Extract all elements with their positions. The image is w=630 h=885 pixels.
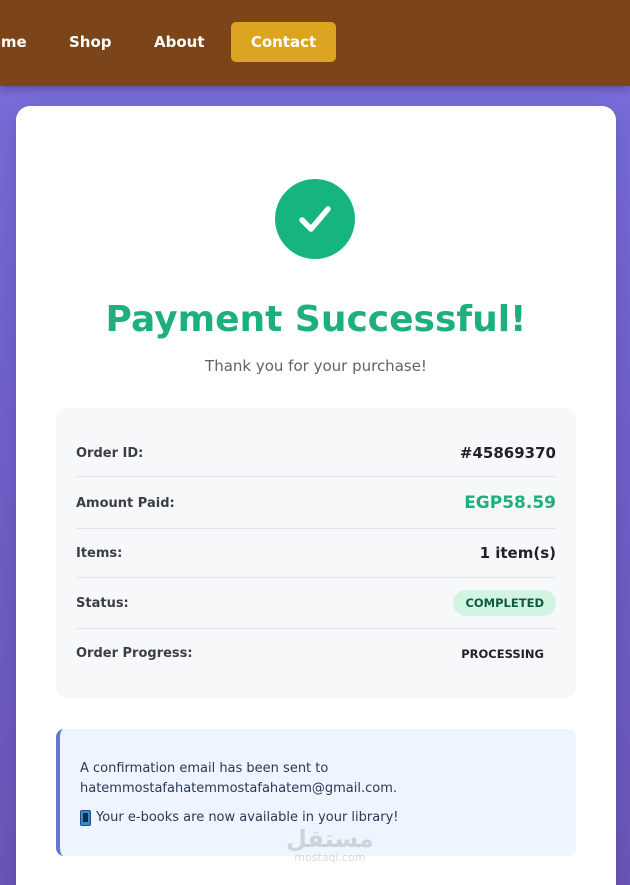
order-progress-value: PROCESSING <box>461 646 544 661</box>
mobile-phone-icon <box>80 810 91 826</box>
page-title: Payment Successful! <box>105 299 527 340</box>
order-progress-row: Order Progress: PROCESSING <box>76 646 556 661</box>
amount-paid-value: EGP58.59 <box>464 493 556 513</box>
order-id-label: Order ID: <box>76 445 144 461</box>
confirmation-email-text: A confirmation email has been sent to <box>80 761 329 776</box>
page-subtitle: Thank you for your purchase! <box>205 357 427 375</box>
amount-paid-label: Amount Paid: <box>76 495 175 511</box>
watermark-logo: مستقل mostaql.com <box>286 826 374 864</box>
order-details-panel: Order ID: #45869370 Amount Paid: EGP58.5… <box>56 408 576 698</box>
divider <box>76 577 556 578</box>
order-id-row: Order ID: #45869370 <box>76 444 556 462</box>
nav-home-link[interactable]: Home <box>0 33 27 51</box>
order-id-value: #45869370 <box>459 444 556 462</box>
confirmation-email-address: hatemmostafahatemmostafahatem@gmail.com. <box>80 781 398 796</box>
divider <box>76 628 556 629</box>
nav-about-link[interactable]: About <box>154 33 205 51</box>
payment-success-card: Payment Successful! Thank you for your p… <box>16 106 616 885</box>
top-navbar: Home Shop About Contact <box>0 0 630 86</box>
status-label: Status: <box>76 595 129 611</box>
items-row: Items: 1 item(s) <box>76 544 556 562</box>
order-progress-label: Order Progress: <box>76 646 193 661</box>
nav-contact-button[interactable]: Contact <box>231 22 336 62</box>
divider <box>76 476 556 477</box>
status-row: Status: COMPLETED <box>76 590 556 616</box>
watermark-arabic-text: مستقل <box>286 825 374 853</box>
status-badge: COMPLETED <box>453 590 556 616</box>
watermark-latin-text: mostaql.com <box>294 851 366 864</box>
items-value: 1 item(s) <box>479 544 556 562</box>
amount-paid-row: Amount Paid: EGP58.59 <box>76 493 556 513</box>
items-label: Items: <box>76 545 123 561</box>
divider <box>76 528 556 529</box>
check-icon <box>275 179 355 259</box>
nav-shop-link[interactable]: Shop <box>69 33 112 51</box>
